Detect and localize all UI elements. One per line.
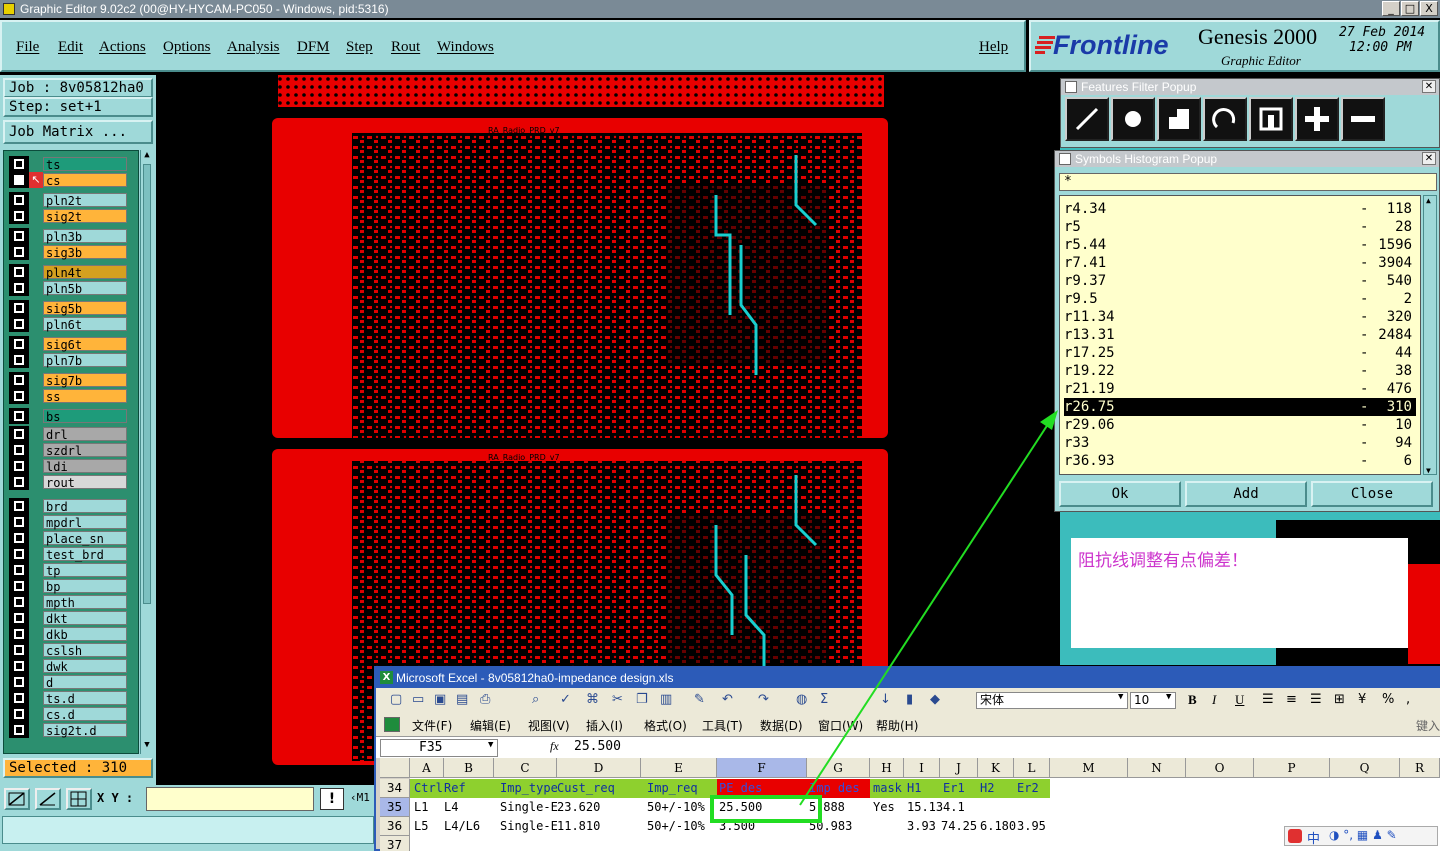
- ime-toolbar: 中 ◑ °, ▦ ♟ ✎: [1284, 826, 1438, 847]
- ime-options-icon[interactable]: ◑ °, ▦ ♟ ✎: [1329, 828, 1397, 842]
- sogou-icon[interactable]: [1288, 829, 1302, 843]
- ime-mode[interactable]: 中: [1307, 828, 1320, 847]
- annotation-arrow: [799, 410, 1058, 806]
